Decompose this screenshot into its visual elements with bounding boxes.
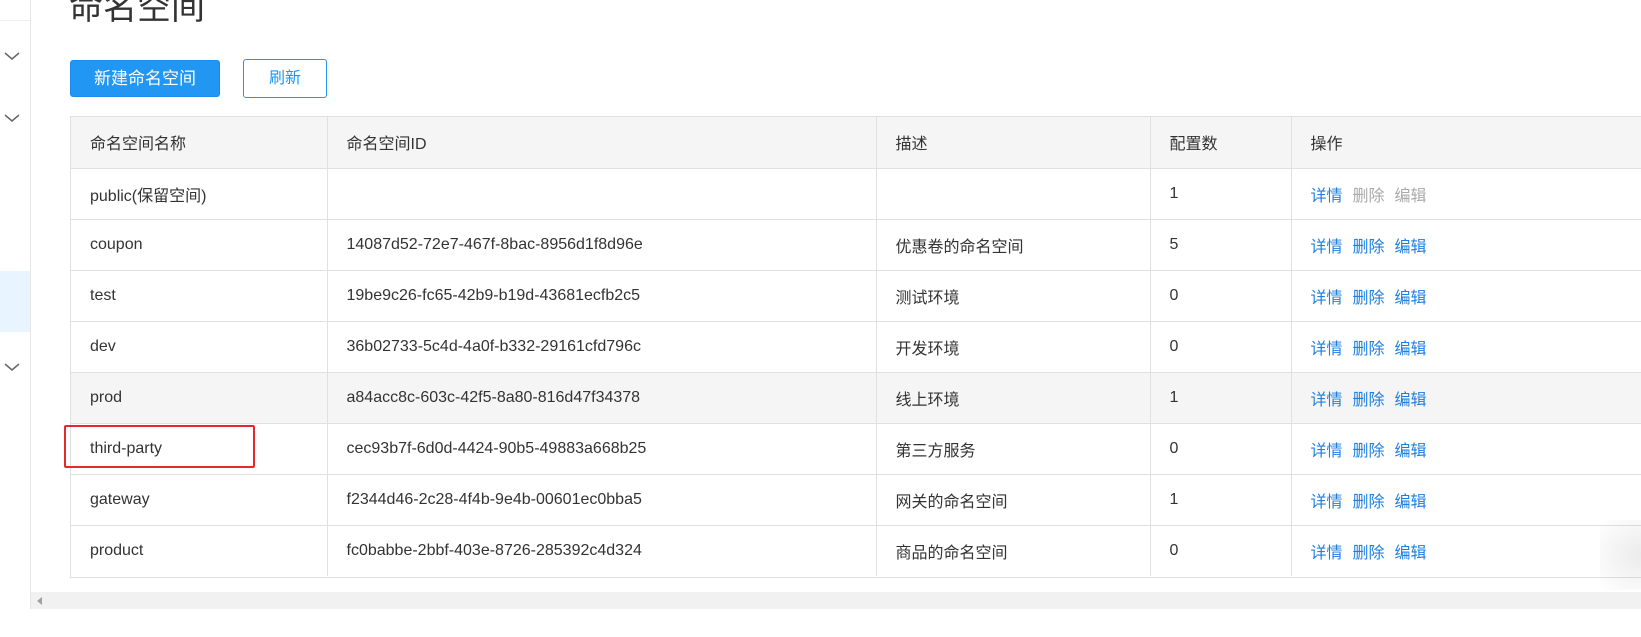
horizontal-scrollbar[interactable] <box>31 592 1641 609</box>
cell-config-count: 1 <box>1150 168 1292 220</box>
header-description: 描述 <box>876 117 1151 169</box>
cell-id: 36b02733-5c4d-4a0f-b332-29161cfd796c <box>327 321 877 373</box>
cell-name: third-party <box>71 423 328 475</box>
cell-config-count: 1 <box>1150 372 1292 424</box>
edit-link[interactable]: 编辑 <box>1395 494 1427 511</box>
cell-id: 14087d52-72e7-467f-8bac-8956d1f8d96e <box>327 219 877 271</box>
create-namespace-button[interactable]: 新建命名空间 <box>70 60 220 97</box>
cell-operations: 详情 删除 编辑 <box>1291 372 1641 424</box>
bottom-area <box>0 609 1641 637</box>
cell-name: product <box>71 525 328 576</box>
detail-link[interactable]: 详情 <box>1311 494 1343 511</box>
edit-link[interactable]: 编辑 <box>1395 443 1427 460</box>
header-operations: 操作 <box>1291 117 1641 169</box>
cell-config-count: 0 <box>1150 525 1292 576</box>
cell-name: public(保留空间) <box>71 168 328 220</box>
cell-config-count: 0 <box>1150 321 1292 373</box>
table-row: dev 36b02733-5c4d-4a0f-b332-29161cfd796c… <box>71 321 1641 373</box>
sidebar-active-item[interactable] <box>0 271 30 332</box>
delete-link[interactable]: 删除 <box>1353 290 1385 307</box>
table-row: gateway f2344d46-2c28-4f4b-9e4b-00601ec0… <box>71 474 1641 526</box>
cell-operations: 详情 删除 编辑 <box>1291 321 1641 373</box>
edit-link[interactable]: 编辑 <box>1395 392 1427 409</box>
delete-link: 删除 <box>1352 187 1385 205</box>
delete-link[interactable]: 删除 <box>1353 239 1385 256</box>
detail-link[interactable]: 详情 <box>1311 443 1343 460</box>
detail-link[interactable]: 详情 <box>1311 188 1343 205</box>
cell-description <box>876 168 1151 220</box>
header-config-count: 配置数 <box>1150 117 1292 169</box>
cell-id: cec93b7f-6d0d-4424-90b5-49883a668b25 <box>327 423 877 475</box>
cell-operations: 详情 删除 编辑 <box>1291 423 1641 475</box>
cell-config-count: 0 <box>1150 423 1292 475</box>
table-row: third-party cec93b7f-6d0d-4424-90b5-4988… <box>71 423 1641 475</box>
cell-config-count: 0 <box>1150 270 1292 322</box>
header-id: 命名空间ID <box>327 117 877 169</box>
chevron-down-icon[interactable] <box>2 46 22 66</box>
header-name: 命名空间名称 <box>71 117 328 169</box>
edit-link[interactable]: 编辑 <box>1395 239 1427 256</box>
cell-operations: 详情 删除 编辑 <box>1291 270 1641 322</box>
edit-link[interactable]: 编辑 <box>1395 341 1427 358</box>
detail-link[interactable]: 详情 <box>1311 341 1343 358</box>
cell-operations: 详情 删除 编辑 <box>1291 525 1641 576</box>
cell-description: 网关的命名空间 <box>876 474 1151 526</box>
cell-id: fc0babbe-2bbf-403e-8726-285392c4d324 <box>327 525 877 576</box>
namespace-table: 命名空间名称 命名空间ID 描述 配置数 操作 public(保留空间) 1 详… <box>70 116 1641 578</box>
cell-name: dev <box>71 321 328 373</box>
cell-name: gateway <box>71 474 328 526</box>
cell-description: 测试环境 <box>876 270 1151 322</box>
cell-id: 19be9c26-fc65-42b9-b19d-43681ecfb2c5 <box>327 270 877 322</box>
cell-config-count: 5 <box>1150 219 1292 271</box>
detail-link[interactable]: 详情 <box>1311 392 1343 409</box>
chevron-down-icon[interactable] <box>2 357 22 377</box>
table-row: prod a84acc8c-603c-42f5-8a80-816d47f3437… <box>71 372 1641 424</box>
cell-description: 开发环境 <box>876 321 1151 373</box>
cell-name: prod <box>71 372 328 424</box>
scroll-left-arrow-icon[interactable] <box>37 597 42 605</box>
table-row: public(保留空间) 1 详情 删除 编辑 <box>71 168 1641 220</box>
cell-id: a84acc8c-603c-42f5-8a80-816d47f34378 <box>327 372 877 424</box>
cell-config-count: 1 <box>1150 474 1292 526</box>
cell-description: 第三方服务 <box>876 423 1151 475</box>
cell-id: f2344d46-2c28-4f4b-9e4b-00601ec0bba5 <box>327 474 877 526</box>
edit-link[interactable]: 编辑 <box>1395 545 1427 562</box>
detail-link[interactable]: 详情 <box>1311 290 1343 307</box>
delete-link[interactable]: 删除 <box>1353 341 1385 358</box>
table-row: coupon 14087d52-72e7-467f-8bac-8956d1f8d… <box>71 219 1641 271</box>
edit-link: 编辑 <box>1394 187 1427 205</box>
table-header-row: 命名空间名称 命名空间ID 描述 配置数 操作 <box>71 117 1641 169</box>
cell-description: 商品的命名空间 <box>876 525 1151 576</box>
delete-link[interactable]: 删除 <box>1353 392 1385 409</box>
cell-description: 线上环境 <box>876 372 1151 424</box>
cell-operations: 详情 删除 编辑 <box>1291 219 1641 271</box>
delete-link[interactable]: 删除 <box>1353 443 1385 460</box>
cell-name: coupon <box>71 219 328 271</box>
table-row: test 19be9c26-fc65-42b9-b19d-43681ecfb2c… <box>71 270 1641 322</box>
sidebar-divider <box>0 20 30 21</box>
page-title: 命名空间 <box>69 0 205 27</box>
delete-link[interactable]: 删除 <box>1353 545 1385 562</box>
scroll-edge-shadow <box>1600 520 1641 590</box>
cell-operations: 详情 删除 编辑 <box>1291 168 1641 220</box>
cell-operations: 详情 删除 编辑 <box>1291 474 1641 526</box>
refresh-button[interactable]: 刷新 <box>243 59 327 98</box>
delete-link[interactable]: 删除 <box>1353 494 1385 511</box>
chevron-down-icon[interactable] <box>2 108 22 128</box>
edit-link[interactable]: 编辑 <box>1395 290 1427 307</box>
detail-link[interactable]: 详情 <box>1311 545 1343 562</box>
detail-link[interactable]: 详情 <box>1311 239 1343 256</box>
cell-name: test <box>71 270 328 322</box>
sidebar <box>0 0 31 637</box>
cell-description: 优惠卷的命名空间 <box>876 219 1151 271</box>
cell-id <box>327 168 877 220</box>
table-row: product fc0babbe-2bbf-403e-8726-285392c4… <box>71 525 1641 576</box>
